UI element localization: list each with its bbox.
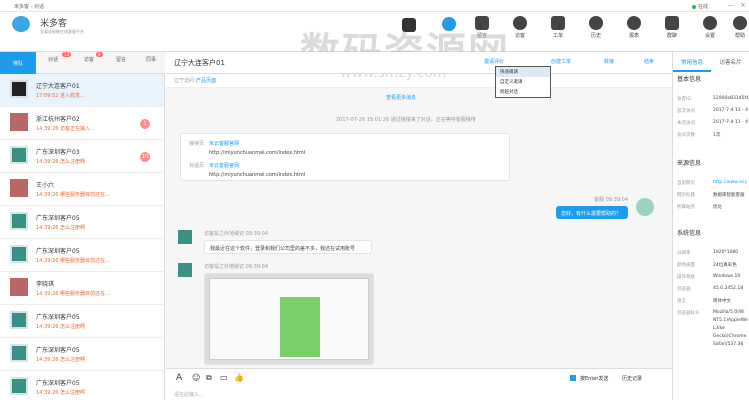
chat-header: 辽宁大连客户01 邀请评价 创建工单 转接 结束 — [166, 52, 672, 74]
message-input[interactable]: 请在此输入... — [174, 391, 204, 398]
screenshot-icon[interactable]: ⧉ — [206, 373, 212, 383]
tab-messages[interactable]: 留言 — [116, 56, 126, 63]
emoji-icon[interactable]: ☺ — [192, 373, 200, 382]
list-item[interactable]: 浙江杭州客户02 14:39:26 访客正在输入... 1 — [0, 107, 164, 140]
session-list: 辽宁大连客户01 17:09:52 进入收发... 浙江杭州客户02 14:39:2… — [0, 74, 165, 400]
avatar — [10, 278, 28, 296]
title-bar: 米多客 - 对话 在线 — × — [0, 0, 749, 12]
visit-info-card: 接待页 米云客服官网 http://miyunchuanmei.com/inde… — [180, 133, 510, 181]
nav-visitors[interactable]: 访客 — [509, 16, 531, 39]
help-icon — [733, 16, 747, 30]
history-button[interactable]: 历史记录 — [622, 375, 642, 382]
nav-help[interactable]: 帮助 — [729, 16, 749, 39]
enter-send-checkbox[interactable] — [570, 375, 576, 381]
thumbs-up-icon[interactable]: 👍 — [234, 373, 244, 382]
end-chat-button[interactable]: 结束 — [644, 58, 654, 65]
close-icon[interactable]: × — [740, 1, 746, 9]
list-item[interactable]: 广东深圳客户05 14:39:26 怎么注册啊 — [0, 338, 164, 371]
visitor-info-panel: 常用信息 访客名片 基本信息 访客ID 12900e83145f4 首次访问 201… — [672, 52, 749, 400]
brand-tagline: 全渠道智能在线客服平台 — [40, 29, 84, 34]
visitor-time: 访客是之外地域访 09:39:04 — [204, 264, 269, 270]
list-item[interactable]: 辽宁大连客户01 17:09:52 进入收发... — [0, 74, 164, 107]
chart-icon — [627, 16, 641, 30]
screenshot-image[interactable] — [204, 273, 374, 365]
invite-dropdown: 快速邀请 自定义邀请 跨越对话 — [495, 66, 551, 98]
tab-common-info[interactable]: 常用信息 — [673, 52, 711, 72]
chat-area: 查看更多消息 2017-07-26 15:01:26 通过链接来了对话，正在等待… — [166, 88, 672, 368]
list-item[interactable]: 李晓琪 14:39:26 哪些服务器目前还在... — [0, 272, 164, 305]
visitor-avatar — [178, 230, 192, 244]
visitor-message: 我最近在这个软件，登录和我们公司里的差不多，我还在试用账号 — [204, 240, 372, 254]
list-item[interactable]: 广东深圳客户05 14:39:26 怎么注册啊 — [0, 305, 164, 338]
online-status[interactable]: 在线 — [692, 3, 708, 10]
nav-group[interactable]: 群聊 — [661, 16, 683, 39]
tab-visitors[interactable]: 访客 4 — [84, 52, 103, 63]
agent-message: 您好，有什么需要帮助的？ — [556, 206, 628, 219]
list-item[interactable]: 广东深圳客户05 14:39:26 怎么注册啊 — [0, 371, 164, 400]
section-system: 系统信息 — [677, 230, 702, 237]
user-icon — [513, 16, 527, 30]
create-ticket-button[interactable]: 创建工单 — [551, 58, 571, 65]
section-basic: 基本信息 — [677, 76, 702, 83]
avatar — [10, 311, 28, 329]
visitor-avatar — [178, 263, 192, 277]
nav-reports[interactable]: 报表 — [623, 16, 645, 39]
source-bar: 辽宁访问： 产品页面 — [166, 74, 672, 88]
online-dot-icon — [692, 4, 696, 9]
tab-chats[interactable]: 对话 13 — [48, 52, 72, 63]
avatar — [10, 179, 28, 197]
nav-tickets[interactable]: 工单 — [547, 16, 569, 39]
gear-icon — [703, 16, 717, 30]
clock-icon — [589, 16, 603, 30]
invite-rating-button[interactable]: 邀请评价 — [484, 58, 504, 65]
agent-time: 客服 09:39:04 — [594, 197, 629, 203]
session-tabs: 排队 对话 13 访客 4 留言 同事 — [0, 52, 165, 74]
list-item[interactable]: 广东深圳客户05 14:39:26 怎么注册啊 — [0, 206, 164, 239]
source-link[interactable]: 产品页面 — [196, 77, 216, 84]
dropdown-item[interactable]: 跨越对话 — [496, 87, 550, 97]
avatar — [10, 80, 28, 98]
visitor-time: 访客是之外地域访 09:39:04 — [204, 231, 269, 237]
list-item[interactable]: 广东深圳客户03 14:39:26 怎么注册啊 10 — [0, 140, 164, 173]
avatar — [10, 245, 28, 263]
nav-settings[interactable]: 设置 — [699, 16, 721, 39]
agent-avatar — [636, 198, 654, 216]
section-source: 来源信息 — [677, 160, 702, 167]
dropdown-item[interactable]: 自定义邀请 — [496, 77, 550, 87]
window-title: 米多客 - 对话 — [14, 4, 44, 10]
brand-name: 米多客 — [40, 19, 68, 29]
list-item[interactable]: 王小六 14:39:26 哪些服务器目前还在... — [0, 173, 164, 206]
chat-title: 辽宁大连客户01 — [174, 59, 225, 67]
folder-icon[interactable]: ▭ — [220, 373, 228, 382]
ticket-icon — [551, 16, 565, 30]
tab-queue[interactable]: 排队 — [0, 52, 36, 74]
avatar — [10, 377, 28, 395]
dropdown-item[interactable]: 快速邀请 — [496, 67, 550, 77]
tab-visitor-card[interactable]: 访客名片 — [711, 52, 749, 72]
avatar — [10, 344, 28, 362]
avatar — [10, 212, 28, 230]
minimize-icon[interactable]: — — [728, 2, 734, 9]
logo-icon — [12, 16, 30, 32]
nav-history[interactable]: 历史 — [585, 16, 607, 39]
enter-send-label: 按Enter发送 — [580, 376, 609, 382]
avatar — [10, 113, 28, 131]
tab-colleagues[interactable]: 同事 — [146, 56, 156, 63]
load-more-link[interactable]: 查看更多消息 — [386, 94, 416, 101]
font-icon[interactable]: A — [176, 373, 182, 383]
composer: A ☺ ⧉ ▭ 👍 按Enter发送 历史记录 请在此输入... — [166, 368, 672, 400]
avatar — [10, 146, 28, 164]
group-icon — [665, 16, 679, 30]
list-item[interactable]: 广东深圳客户05 14:39:26 哪些服务器目前还在... — [0, 239, 164, 272]
transfer-button[interactable]: 转接 — [604, 58, 614, 65]
system-message: 2017-07-26 15:01:26 通过链接来了对话，正在等待客服接待 — [336, 117, 476, 123]
